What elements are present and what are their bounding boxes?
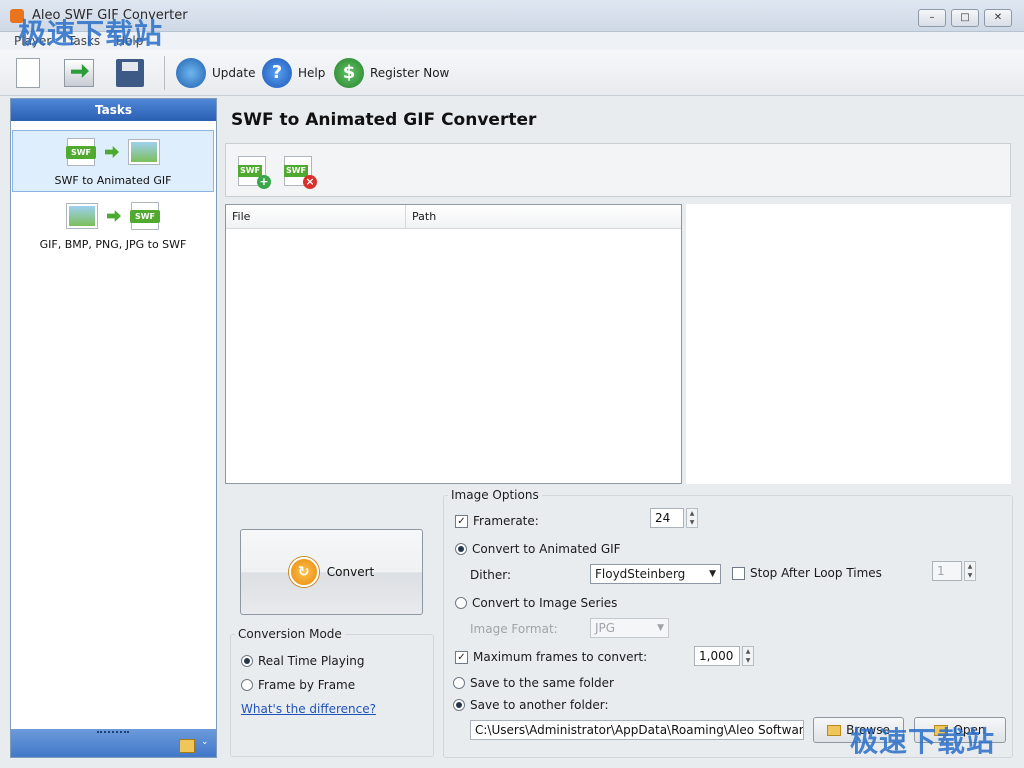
tasks-footer: ⌄ bbox=[11, 729, 216, 757]
update-button[interactable]: Update bbox=[176, 56, 255, 90]
notes-icon[interactable] bbox=[179, 739, 195, 753]
loop-times-spinner[interactable]: ▲ ▼ bbox=[964, 561, 976, 581]
framerate-input[interactable]: 24 bbox=[650, 508, 684, 528]
add-swf-button[interactable]: SWF + bbox=[238, 156, 271, 189]
arrow-right-icon bbox=[107, 210, 121, 222]
conversion-mode-legend: Conversion Mode bbox=[238, 627, 342, 641]
watermark-top: 极速下载站 bbox=[18, 17, 164, 50]
image-icon bbox=[128, 139, 160, 165]
task-label: SWF to Animated GIF bbox=[54, 174, 172, 187]
open-button[interactable] bbox=[64, 56, 94, 90]
register-label: Register Now bbox=[370, 66, 450, 80]
arrow-right-icon bbox=[105, 146, 119, 158]
file-list-table[interactable]: File Path bbox=[225, 204, 682, 484]
output-folder-input[interactable]: C:\Users\Administrator\AppData\Roaming\A… bbox=[470, 720, 804, 740]
table-header: File Path bbox=[226, 205, 681, 229]
update-label: Update bbox=[212, 66, 256, 80]
max-frames-spinner[interactable]: ▲ ▼ bbox=[742, 646, 754, 666]
another-folder-radio[interactable]: Save to another folder: bbox=[453, 698, 609, 712]
minimize-button[interactable]: – bbox=[918, 9, 946, 27]
chevron-down-icon: ▼ bbox=[657, 623, 664, 633]
stop-loop-checkbox[interactable]: Stop After Loop Times bbox=[732, 566, 882, 580]
folder-icon bbox=[827, 724, 842, 736]
image-icon bbox=[66, 203, 98, 229]
maximize-button[interactable]: □ bbox=[951, 9, 979, 27]
help-icon: ? bbox=[262, 58, 292, 88]
swf-file-icon: SWF bbox=[130, 202, 160, 230]
radio-button[interactable] bbox=[455, 543, 467, 555]
save-button[interactable] bbox=[116, 56, 144, 90]
radio-button[interactable] bbox=[241, 679, 253, 691]
task-images-to-swf[interactable]: SWF GIF, BMP, PNG, JPG to SWF bbox=[12, 195, 214, 257]
file-toolbar: SWF + SWF × bbox=[225, 143, 1011, 197]
real-time-radio[interactable]: Real Time Playing bbox=[241, 654, 364, 668]
swf-file-icon: SWF bbox=[66, 138, 96, 166]
remove-swf-button[interactable]: SWF × bbox=[284, 156, 317, 189]
frame-by-frame-radio[interactable]: Frame by Frame bbox=[241, 678, 355, 692]
globe-icon bbox=[176, 58, 206, 88]
radio-button[interactable] bbox=[455, 597, 467, 609]
convert-button[interactable]: ↻ Convert bbox=[240, 529, 423, 615]
framerate-spinner[interactable]: ▲ ▼ bbox=[686, 508, 698, 528]
dither-label: Dither: bbox=[470, 568, 512, 582]
radio-button[interactable] bbox=[453, 677, 465, 689]
image-format-label: Image Format: bbox=[470, 622, 558, 636]
image-format-select[interactable]: JPG ▼ bbox=[590, 618, 669, 638]
animated-gif-radio[interactable]: Convert to Animated GIF bbox=[455, 542, 621, 556]
dither-select[interactable]: FloydSteinberg ▼ bbox=[590, 564, 721, 584]
max-frames-checkbox[interactable]: ✓ Maximum frames to convert: bbox=[455, 650, 647, 664]
image-series-radio[interactable]: Convert to Image Series bbox=[455, 596, 617, 610]
watermark-bottom: 极速下载站 bbox=[850, 725, 996, 758]
loop-times-input[interactable]: 1 bbox=[932, 561, 962, 581]
task-swf-to-gif[interactable]: SWF SWF to Animated GIF bbox=[12, 130, 214, 192]
money-bag-icon: $ bbox=[334, 58, 364, 88]
open-file-icon bbox=[64, 59, 94, 87]
task-label: GIF, BMP, PNG, JPG to SWF bbox=[39, 238, 187, 251]
difference-link-row: What's the difference? bbox=[241, 702, 376, 716]
image-options-legend: Image Options bbox=[451, 488, 539, 502]
toolbar-separator bbox=[164, 56, 165, 90]
help-button[interactable]: ? Help bbox=[262, 56, 325, 90]
remove-icon: × bbox=[303, 175, 317, 189]
toolbar: Update ? Help $ Register Now bbox=[0, 50, 1024, 96]
plus-icon: + bbox=[257, 175, 271, 189]
tasks-panel: Tasks SWF SWF to Animated GIF SWF GIF, B… bbox=[10, 98, 217, 758]
convert-icon: ↻ bbox=[288, 557, 319, 587]
resize-grip[interactable] bbox=[97, 731, 129, 734]
checkbox[interactable] bbox=[732, 566, 745, 580]
help-label: Help bbox=[298, 66, 326, 80]
max-frames-input[interactable]: 1,000 bbox=[694, 646, 740, 666]
page-title: SWF to Animated GIF Converter bbox=[231, 110, 537, 130]
register-button[interactable]: $ Register Now bbox=[334, 56, 449, 90]
convert-label: Convert bbox=[326, 565, 375, 579]
checkbox[interactable]: ✓ bbox=[455, 514, 468, 528]
column-header-file[interactable]: File bbox=[226, 205, 406, 229]
save-icon bbox=[116, 59, 144, 87]
framerate-checkbox[interactable]: ✓ Framerate: bbox=[455, 514, 539, 528]
chevron-down-icon: ▼ bbox=[709, 569, 716, 579]
chevron-down-icon[interactable]: ⌄ bbox=[201, 737, 209, 747]
column-header-path[interactable]: Path bbox=[406, 205, 681, 229]
same-folder-radio[interactable]: Save to the same folder bbox=[453, 676, 614, 690]
checkbox[interactable]: ✓ bbox=[455, 650, 468, 664]
conversion-mode-group: Conversion Mode bbox=[230, 627, 434, 757]
tasks-header: Tasks bbox=[11, 99, 216, 121]
close-button[interactable]: ✕ bbox=[984, 9, 1012, 27]
radio-button[interactable] bbox=[241, 655, 253, 667]
new-file-icon bbox=[16, 58, 40, 88]
new-button[interactable] bbox=[16, 56, 40, 90]
radio-button[interactable] bbox=[453, 699, 465, 711]
preview-pane bbox=[686, 204, 1011, 484]
whats-the-difference-link[interactable]: What's the difference? bbox=[241, 702, 376, 716]
